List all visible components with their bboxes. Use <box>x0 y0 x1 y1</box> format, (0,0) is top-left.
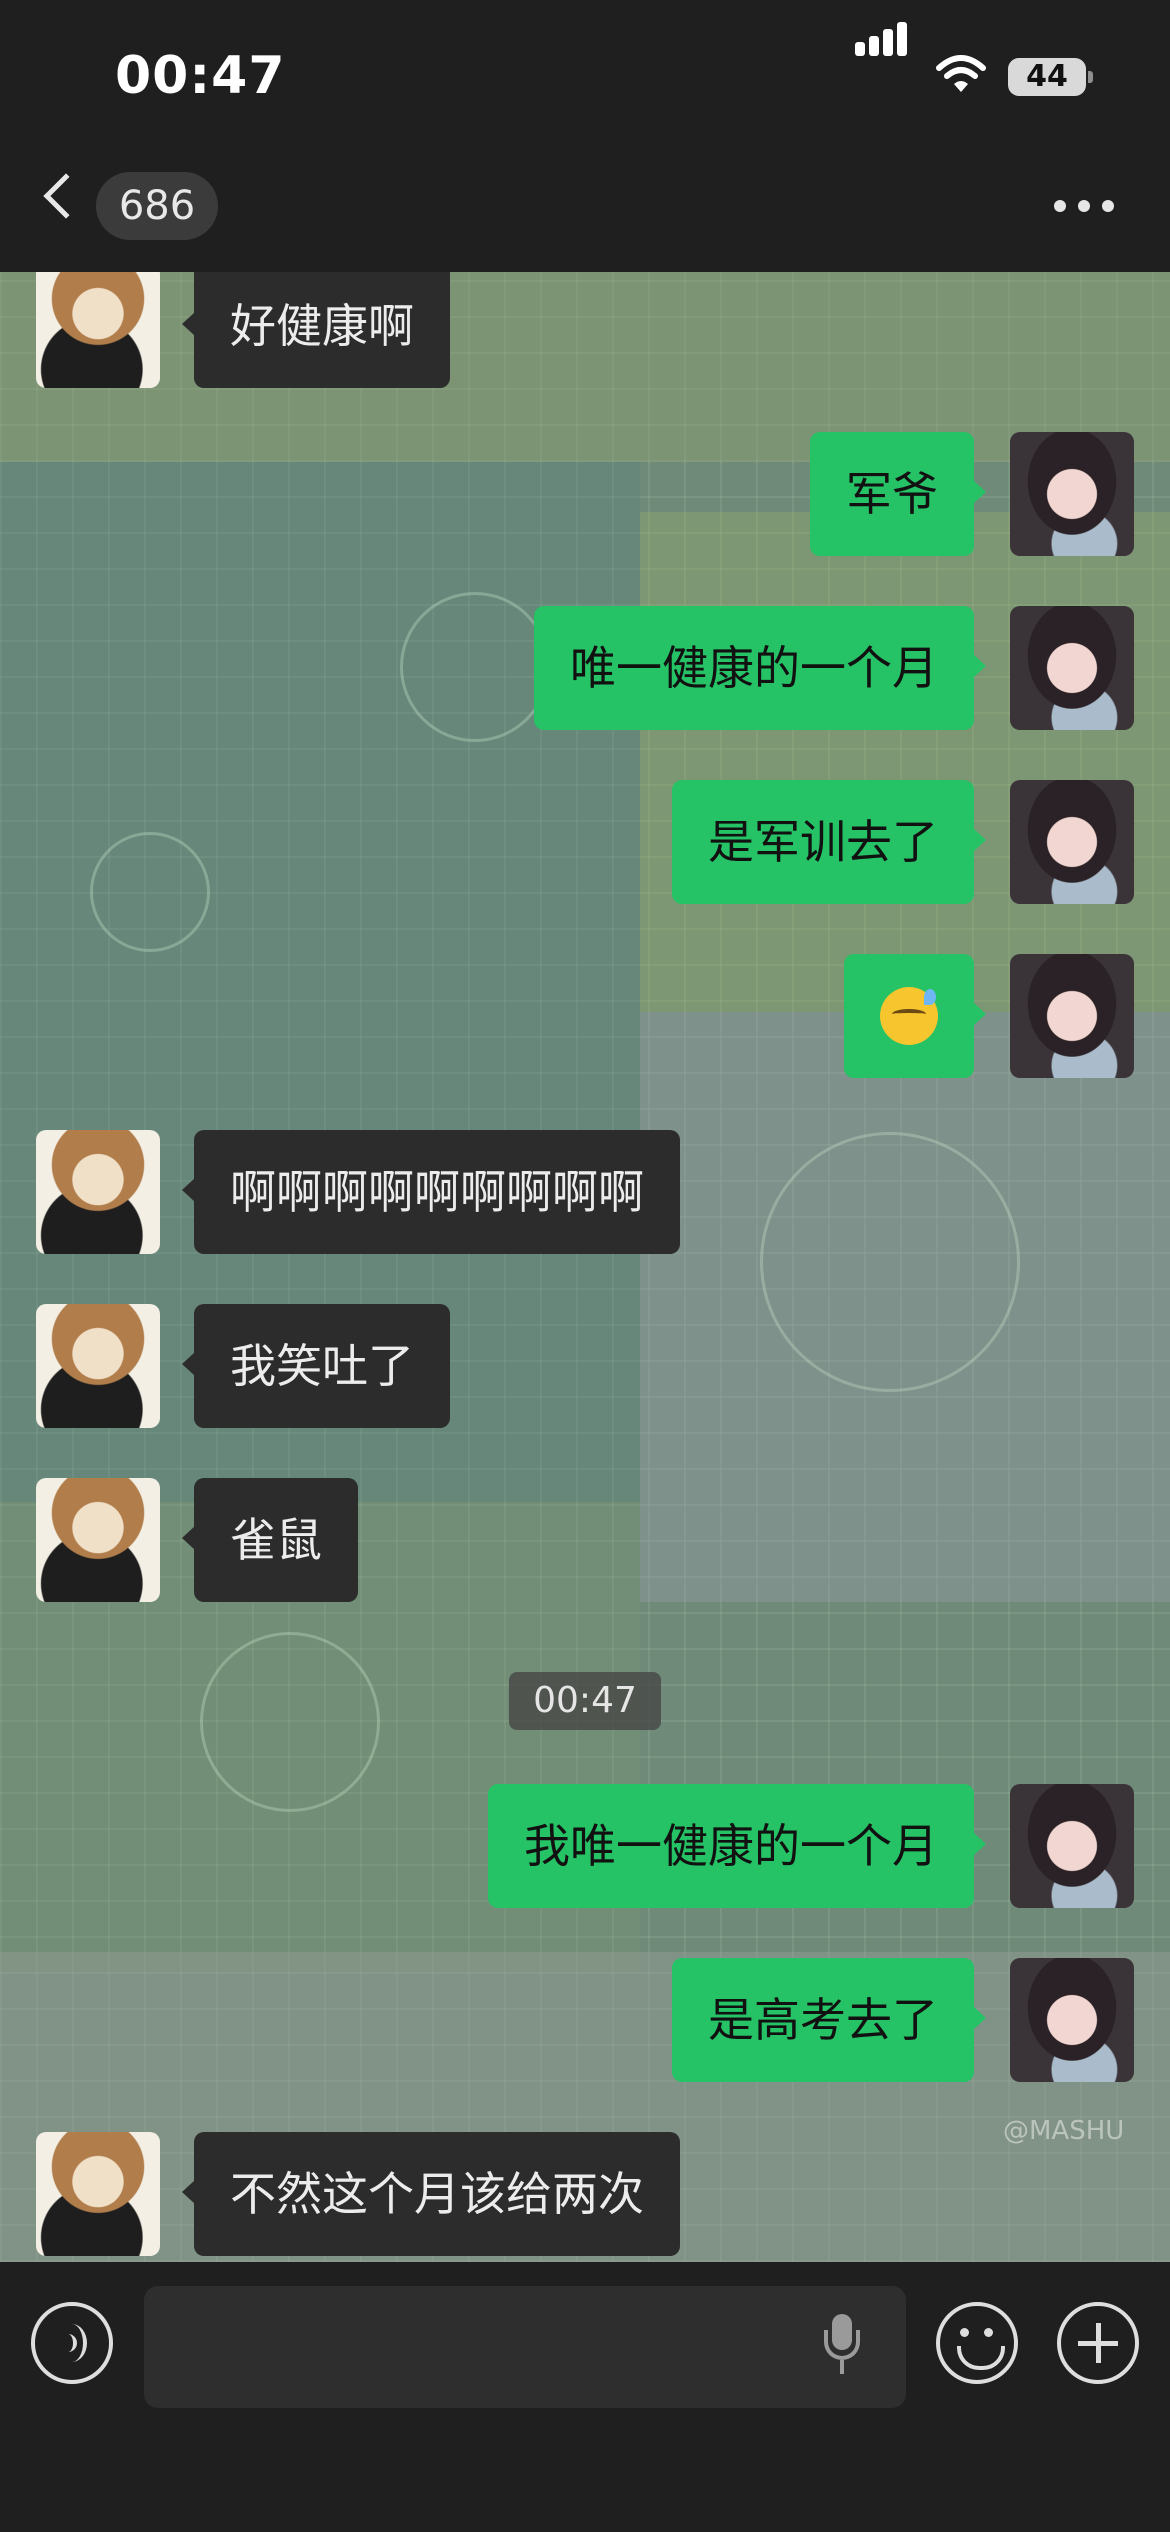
more-dots-icon[interactable] <box>1054 200 1114 214</box>
message-bubble[interactable]: 啊啊啊啊啊啊啊啊啊 <box>182 1130 680 1254</box>
message-row: 我唯一健康的一个月 <box>0 1784 1170 1908</box>
message-bubble[interactable]: 我唯一健康的一个月 <box>488 1784 986 1908</box>
sweat-smile-emoji-icon <box>880 986 938 1045</box>
message-row: 军爷 <box>0 432 1170 556</box>
message-bubble[interactable]: 不然这个月该给两次 <box>182 2132 680 2256</box>
back-unread-badge[interactable]: 686 <box>96 172 218 240</box>
emoji-icon[interactable] <box>936 2302 1018 2384</box>
my-avatar[interactable] <box>1010 1784 1134 1908</box>
wallpaper-watermark: @MASHU <box>1003 2116 1125 2146</box>
message-row <box>0 954 1170 1078</box>
chevron-left-icon[interactable] <box>43 173 89 219</box>
contact-avatar[interactable] <box>36 2132 160 2256</box>
chat-title <box>385 190 785 230</box>
top-bar: 00:47 44 686 <box>0 0 1170 272</box>
message-bubble[interactable] <box>844 954 986 1078</box>
my-avatar[interactable] <box>1010 954 1134 1078</box>
plus-icon[interactable] <box>1057 2302 1139 2384</box>
contact-avatar[interactable] <box>36 1304 160 1428</box>
message-bubble[interactable]: 好健康啊 <box>182 272 450 388</box>
my-avatar[interactable] <box>1010 606 1134 730</box>
wallpaper-panel <box>640 512 1170 1012</box>
microphone-icon[interactable] <box>822 2314 862 2378</box>
battery-icon: 44 <box>1008 58 1093 96</box>
message-row: 是军训去了 <box>0 780 1170 904</box>
message-bubble[interactable]: 是高考去了 <box>672 1958 986 2082</box>
message-row: 我笑吐了 <box>0 1304 1170 1428</box>
my-avatar[interactable] <box>1010 432 1134 556</box>
message-bubble[interactable]: 雀鼠 <box>182 1478 358 1602</box>
chat-area[interactable]: 好健康啊 军爷 唯一健康的一个月 是军训去了 啊啊啊啊啊啊啊啊啊 我笑吐了 雀鼠… <box>0 272 1170 2262</box>
my-avatar[interactable] <box>1010 780 1134 904</box>
message-bubble[interactable]: 军爷 <box>810 432 986 556</box>
message-input[interactable] <box>144 2286 906 2408</box>
message-row: 雀鼠 <box>0 1478 1170 1602</box>
contact-avatar[interactable] <box>36 1478 160 1602</box>
my-avatar[interactable] <box>1010 1958 1134 2082</box>
message-row: 好健康啊 <box>0 272 1170 388</box>
message-bubble[interactable]: 我笑吐了 <box>182 1304 450 1428</box>
message-bubble[interactable]: 唯一健康的一个月 <box>534 606 986 730</box>
input-bar <box>0 2262 1170 2532</box>
contact-avatar[interactable] <box>36 1130 160 1254</box>
contact-avatar[interactable] <box>36 272 160 388</box>
status-time: 00:47 <box>115 46 286 106</box>
message-row: 唯一健康的一个月 <box>0 606 1170 730</box>
message-row: 不然这个月该给两次 <box>0 2132 1170 2256</box>
voice-icon[interactable] <box>31 2302 113 2384</box>
message-bubble[interactable]: 是军训去了 <box>672 780 986 904</box>
message-row: 是高考去了 <box>0 1958 1170 2082</box>
chat-timestamp: 00:47 <box>509 1672 661 1730</box>
wifi-icon <box>935 54 987 98</box>
message-row: 啊啊啊啊啊啊啊啊啊 <box>0 1130 1170 1254</box>
